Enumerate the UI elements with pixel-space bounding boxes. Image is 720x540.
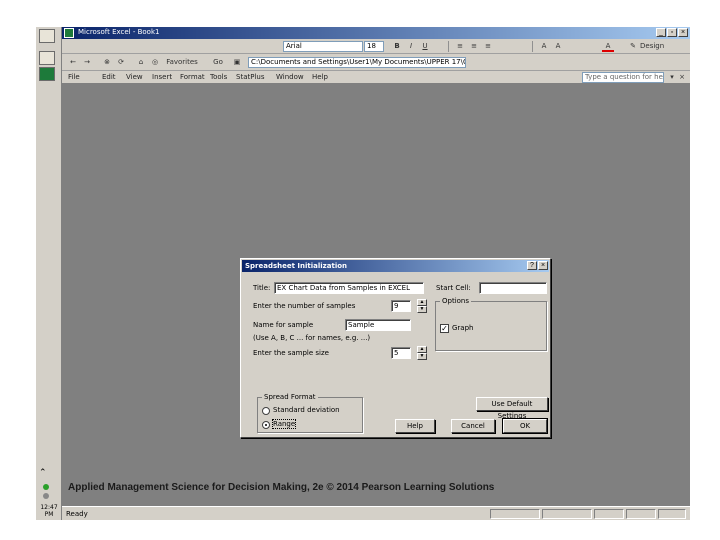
title-input[interactable]: EX Chart Data from Samples in EXCEL (274, 282, 424, 294)
menu-file[interactable]: File (68, 73, 80, 81)
menu-tools[interactable]: Tools (210, 73, 227, 81)
dropdown-icon[interactable]: ▾ (668, 72, 676, 83)
title-label: Title: (253, 284, 271, 292)
decrease-font-icon[interactable]: A (552, 41, 564, 52)
status-panel (594, 509, 624, 519)
close-workbook-icon[interactable]: × (678, 72, 686, 83)
dialog-title: Spreadsheet Initialization (245, 262, 348, 270)
spread-format-group: Spread Format Standard deviation Range (257, 393, 363, 433)
num-samples-input[interactable]: 9 (391, 300, 411, 312)
dialog-close-icon[interactable]: × (538, 261, 548, 270)
num-samples-spinner[interactable]: ▲ ▼ (417, 299, 427, 313)
align-left-icon[interactable]: ≡ (454, 41, 466, 52)
separator (532, 41, 533, 52)
dialog-help-icon[interactable]: ? (527, 261, 537, 270)
status-panel (626, 509, 656, 519)
folder-icon[interactable] (39, 51, 55, 65)
menu-edit[interactable]: Edit (102, 73, 116, 81)
sample-size-input[interactable]: 5 (391, 347, 411, 359)
italic-button[interactable]: I (406, 41, 416, 52)
status-panel (658, 509, 686, 519)
status-text: Ready (66, 510, 88, 518)
use-default-settings-button[interactable]: Use Default Settings (476, 397, 548, 420)
ok-button[interactable]: OK (502, 418, 548, 434)
refresh-icon[interactable]: ⟳ (116, 57, 126, 68)
design-button[interactable]: Design (640, 41, 670, 52)
maximize-button[interactable]: ▫ (667, 28, 677, 37)
cancel-button[interactable]: Cancel (451, 419, 495, 433)
back-icon[interactable]: ← (68, 57, 78, 68)
help-search-field[interactable]: Type a question for help (582, 72, 664, 83)
font-name-select[interactable]: Arial (283, 41, 363, 52)
window-title: Microsoft Excel - Book1 (78, 28, 160, 36)
footer-credit: Applied Management Science for Decision … (68, 482, 495, 493)
spreadsheet-initialization-dialog: Spreadsheet Initialization ? × Title: EX… (240, 258, 551, 438)
status-panel (490, 509, 540, 519)
design-mode-icon[interactable]: ✎ (627, 41, 639, 52)
status-bar: Ready (62, 506, 690, 520)
menu-bar: File Edit View Insert Format Tools StatP… (62, 71, 690, 84)
font-color-icon[interactable]: A (602, 41, 614, 52)
start-cell-input[interactable] (479, 282, 547, 294)
menu-statplus[interactable]: StatPlus (236, 73, 264, 81)
title-bar: Microsoft Excel - Book1 _ ▫ × (62, 27, 690, 39)
align-right-icon[interactable]: ≡ (482, 41, 494, 52)
align-center-icon[interactable]: ≡ (468, 41, 480, 52)
dialog-title-bar: Spreadsheet Initialization ? × (242, 260, 549, 272)
options-group: Options ✓ Graph (435, 297, 547, 351)
menu-window[interactable]: Window (276, 73, 304, 81)
range-radio[interactable] (262, 421, 270, 429)
show-web-toolbar-icon[interactable]: ▣ (232, 57, 242, 68)
increase-font-icon[interactable]: A (538, 41, 550, 52)
sample-size-spinner[interactable]: ▲ ▼ (417, 346, 427, 360)
menu-help[interactable]: Help (312, 73, 328, 81)
help-button[interactable]: Help (395, 419, 435, 433)
web-toolbar: ← → ⊗ ⟳ ⌂ ◎ Favorites Go ▣ C:\Documents … (62, 54, 690, 71)
chevron-up-icon[interactable]: ⌃ (39, 467, 55, 481)
clock: 12:47 PM (40, 504, 58, 518)
taskbar: ⌃ 12:47 PM (36, 27, 62, 520)
stop-icon[interactable]: ⊗ (102, 57, 112, 68)
excel-icon (64, 28, 74, 38)
bold-button[interactable]: B (392, 41, 402, 52)
status-panel (542, 509, 592, 519)
std-deviation-label: Standard deviation (273, 406, 340, 414)
range-label: Range (271, 419, 297, 429)
menu-view[interactable]: View (126, 73, 143, 81)
home-icon[interactable]: ⌂ (136, 57, 146, 68)
network-icon (39, 482, 55, 499)
num-samples-label: Enter the number of samples (253, 302, 356, 310)
formatting-toolbar: Arial 18 B I U ≡ ≡ ≡ A A A ✎ Design (62, 39, 690, 54)
spread-format-label: Spread Format (262, 393, 318, 401)
sample-size-label: Enter the sample size (253, 349, 329, 357)
sample-name-label: Name for sample (253, 321, 314, 329)
excel-task-icon[interactable] (39, 67, 55, 81)
start-cell-label: Start Cell: (436, 284, 471, 292)
go-button[interactable]: Go (208, 57, 228, 68)
close-button[interactable]: × (678, 28, 688, 37)
search-web-icon[interactable]: ◎ (150, 57, 160, 68)
options-label: Options (440, 297, 472, 305)
menu-insert[interactable]: Insert (152, 73, 172, 81)
forward-icon[interactable]: → (82, 57, 92, 68)
separator (448, 41, 449, 52)
underline-button[interactable]: U (420, 41, 430, 52)
menu-format[interactable]: Format (180, 73, 205, 81)
minimize-button[interactable]: _ (656, 28, 666, 37)
std-deviation-radio[interactable] (262, 407, 270, 415)
graph-label: Graph (452, 324, 474, 332)
font-size-select[interactable]: 18 (364, 41, 384, 52)
address-field[interactable]: C:\Documents and Settings\User1\My Docum… (248, 57, 466, 68)
start-icon[interactable] (39, 29, 55, 43)
favorites-button[interactable]: Favorites (162, 57, 202, 68)
sample-name-hint: (Use A, B, C ... for names, e.g. ...) (253, 334, 371, 342)
sample-name-input[interactable]: Sample (345, 319, 411, 331)
graph-checkbox[interactable]: ✓ (440, 324, 449, 333)
